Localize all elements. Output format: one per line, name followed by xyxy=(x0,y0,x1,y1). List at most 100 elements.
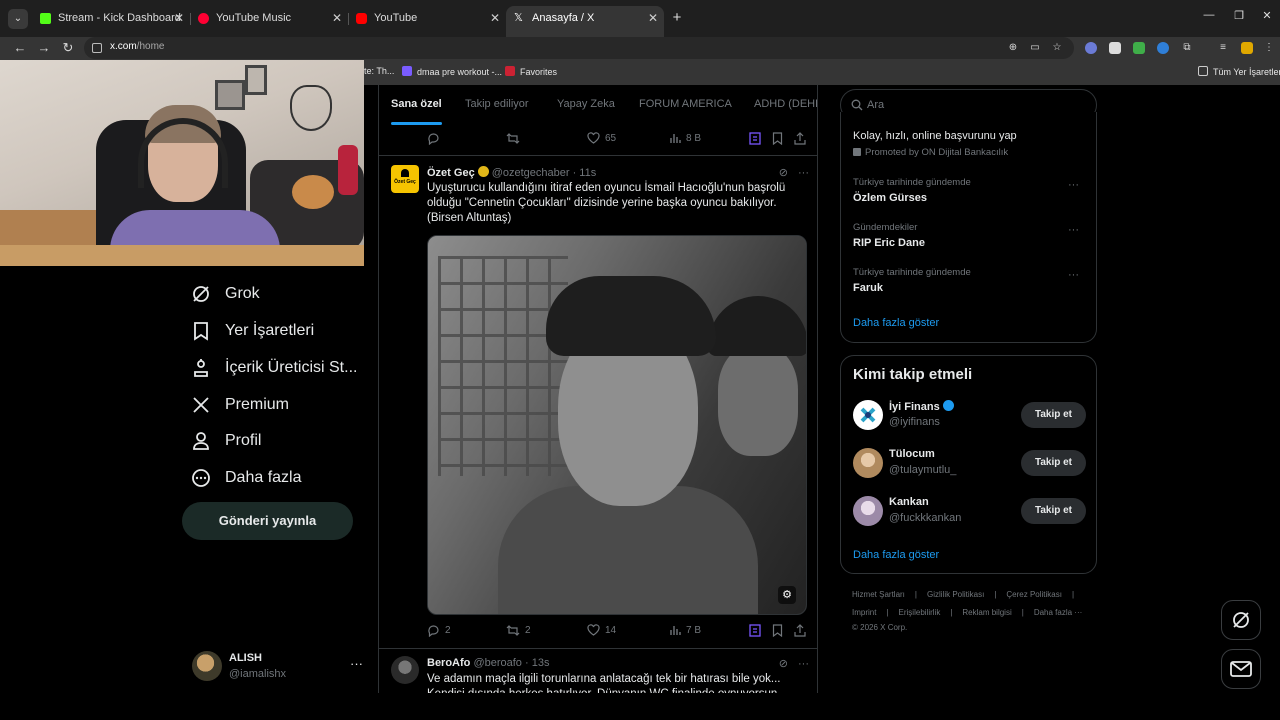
address-bar[interactable]: x.com/home ⊕ ▭ ☆ xyxy=(84,37,1074,59)
bookmark-icon[interactable] xyxy=(772,624,788,637)
extension-icon[interactable] xyxy=(1133,42,1145,54)
footer-link[interactable]: Gizlilik Politikası xyxy=(927,590,984,599)
tab-following[interactable]: Takip ediliyor xyxy=(465,98,529,110)
tab-for-you[interactable]: Sana özel xyxy=(391,98,442,110)
nav-more[interactable]: Daha fazla xyxy=(190,464,302,492)
restore-window-icon[interactable]: ❐ xyxy=(1231,9,1247,22)
grok-icon[interactable]: ⊘ xyxy=(779,658,788,670)
close-tab-icon[interactable]: ✕ xyxy=(174,6,184,31)
avatar[interactable]: Özet Geç xyxy=(391,165,419,193)
footer-link[interactable]: Imprint xyxy=(852,608,876,617)
profile-avatar-icon[interactable] xyxy=(1241,42,1253,54)
trend-item[interactable]: Gündemdekiler RIP Eric Dane ··· xyxy=(853,222,1085,249)
author-handle[interactable]: @beroafo xyxy=(473,657,521,669)
post-button[interactable]: Gönderi yayınla xyxy=(182,502,353,540)
nav-grok[interactable]: Grok xyxy=(190,280,260,308)
grok-analyze-icon[interactable] xyxy=(749,132,766,145)
views-button[interactable]: 7 B xyxy=(669,624,701,636)
tab-youtube-music[interactable]: YouTube Music ✕ xyxy=(190,6,348,31)
promo-title[interactable]: Kolay, hızlı, online başvurunu yap xyxy=(853,130,1017,142)
more-icon[interactable]: ··· xyxy=(1068,179,1079,191)
footer-link[interactable]: Reklam bilgisi xyxy=(962,608,1011,617)
nav-bookmarks[interactable]: Yer İşaretleri xyxy=(190,317,314,345)
share-icon[interactable] xyxy=(794,624,811,637)
tab-adhd[interactable]: ADHD (DEHB xyxy=(754,98,817,110)
grok-analyze-icon[interactable] xyxy=(749,624,766,637)
tweet[interactable]: Özet Geç Özet Geç @ozetgechaber · 11s ⊘ ··… xyxy=(379,165,817,645)
grok-icon[interactable]: ⊘ xyxy=(779,167,788,179)
grok-fab-button[interactable] xyxy=(1221,600,1261,640)
tweet-time[interactable]: · 11s xyxy=(573,167,597,179)
follow-button[interactable]: Takip et xyxy=(1021,498,1086,524)
author-handle[interactable]: @ozetgechaber xyxy=(492,167,570,179)
close-window-icon[interactable]: ✕ xyxy=(1259,9,1275,22)
avatar[interactable] xyxy=(853,448,883,478)
all-bookmarks[interactable]: Tüm Yer İşaretleri xyxy=(1198,66,1280,77)
show-more-follow-link[interactable]: Daha fazla göster xyxy=(853,549,939,561)
footer-link[interactable]: Daha fazla ··· xyxy=(1034,608,1082,617)
account-switcher[interactable]: ALISH @iamalishx ··· xyxy=(190,650,365,684)
footer-link[interactable]: Çerez Politikası xyxy=(1006,590,1062,599)
bookmark-item[interactable]: Favorites xyxy=(505,66,557,77)
trend-item[interactable]: Türkiye tarihinde gündemde Faruk ··· xyxy=(853,267,1085,294)
more-icon[interactable]: ··· xyxy=(1068,269,1079,281)
nav-creator-studio[interactable]: İçerik Üreticisi St... xyxy=(190,354,357,382)
more-icon[interactable]: ··· xyxy=(350,656,363,671)
close-tab-icon[interactable]: ✕ xyxy=(332,6,342,31)
extension-icon[interactable] xyxy=(1109,42,1121,54)
avatar[interactable] xyxy=(391,656,419,684)
tab-search-button[interactable]: ⌄ xyxy=(8,9,28,29)
follow-button[interactable]: Takip et xyxy=(1021,402,1086,428)
repost-button[interactable]: 2 xyxy=(506,624,531,637)
reload-icon[interactable]: ↻ xyxy=(60,40,76,56)
more-icon[interactable]: ··· xyxy=(798,167,809,179)
more-icon[interactable]: ··· xyxy=(1068,224,1079,236)
follow-suggestion[interactable]: Tülocum @tulaymutlu_ Takip et xyxy=(853,447,1086,479)
tab-kick-dashboard[interactable]: Stream - Kick Dashboard ✕ xyxy=(32,6,190,31)
media-controls-icon[interactable]: ≡ xyxy=(1216,41,1230,55)
repost-button[interactable] xyxy=(506,132,525,145)
show-more-trends-link[interactable]: Daha fazla göster xyxy=(853,317,939,329)
reply-button[interactable]: 2 xyxy=(427,624,451,637)
cast-icon[interactable]: ▭ xyxy=(1028,41,1042,55)
more-icon[interactable]: ··· xyxy=(798,658,809,670)
footer-link[interactable]: Hizmet Şartları xyxy=(852,590,905,599)
like-button[interactable]: 14 xyxy=(587,624,616,636)
follow-suggestion[interactable]: İyi Finans @iyifinans Takip et xyxy=(853,399,1086,431)
back-icon[interactable]: ← xyxy=(12,40,28,56)
bookmark-icon[interactable] xyxy=(772,132,788,145)
bookmark-item[interactable]: te: Th... xyxy=(364,66,394,76)
tab-ai[interactable]: Yapay Zeka xyxy=(557,98,615,110)
minimize-window-icon[interactable]: — xyxy=(1201,9,1217,21)
browser-menu-icon[interactable]: ⋮ xyxy=(1262,41,1276,55)
nav-profile[interactable]: Profil xyxy=(190,427,261,455)
trend-item[interactable]: Türkiye tarihinde gündemde Özlem Gürses … xyxy=(853,177,1085,204)
share-icon[interactable] xyxy=(794,132,811,145)
tweet-time[interactable]: · 13s xyxy=(525,657,549,669)
extension-icon[interactable] xyxy=(1157,42,1169,54)
image-edit-icon[interactable]: ⚙ xyxy=(778,586,796,604)
tab-youtube[interactable]: YouTube ✕ xyxy=(348,6,506,31)
tab-x-home[interactable]: 𝕏 Anasayfa / X ✕ xyxy=(506,6,664,37)
avatar[interactable] xyxy=(853,496,883,526)
forward-icon[interactable]: → xyxy=(36,40,52,56)
bookmark-star-icon[interactable]: ☆ xyxy=(1050,41,1064,55)
author-name[interactable]: Özet Geç xyxy=(427,167,475,179)
footer-link[interactable]: Erişilebilirlik xyxy=(899,608,941,617)
reply-button[interactable] xyxy=(427,132,445,145)
views-button[interactable]: 8 B xyxy=(669,132,701,144)
close-tab-icon[interactable]: ✕ xyxy=(648,6,658,31)
nav-premium[interactable]: Premium xyxy=(190,391,289,419)
messages-fab-button[interactable] xyxy=(1221,649,1261,689)
close-tab-icon[interactable]: ✕ xyxy=(490,6,500,31)
discord-extension-icon[interactable] xyxy=(1085,42,1097,54)
zoom-icon[interactable]: ⊕ xyxy=(1006,41,1020,55)
author-name[interactable]: BeroAfo xyxy=(427,657,470,669)
new-tab-button[interactable]: + xyxy=(670,9,684,27)
tab-forum-america[interactable]: FORUM AMERICA xyxy=(639,98,732,110)
follow-button[interactable]: Takip et xyxy=(1021,450,1086,476)
site-info-icon[interactable] xyxy=(92,43,102,53)
extensions-puzzle-icon[interactable]: ⧉ xyxy=(1180,41,1194,55)
like-button[interactable]: 65 xyxy=(587,132,616,144)
tweet[interactable]: BeroAfo @beroafo · 13s ⊘ ··· Ve adamın ma… xyxy=(379,656,817,693)
